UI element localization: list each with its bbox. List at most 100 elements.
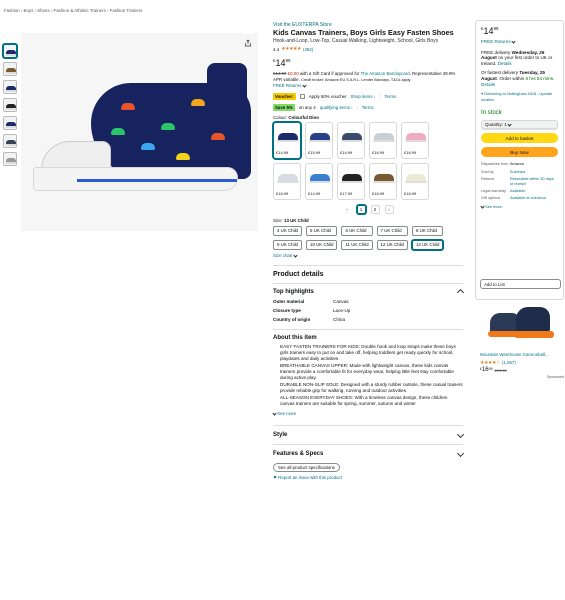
see-all-specs-button[interactable]: See all product specifications — [273, 462, 340, 472]
swatch-price: £16.99 — [372, 190, 385, 196]
size-option[interactable]: 6 UK Child — [341, 225, 373, 236]
barclaycard-link[interactable]: The Amazon Barclaycard — [361, 71, 410, 76]
top-highlights-toggle[interactable]: Top highlights — [273, 288, 465, 296]
size-option[interactable]: 11 UK Child — [341, 239, 373, 250]
fastest-details-link[interactable]: Details — [481, 82, 495, 87]
free-returns-label: FREE Returns — [273, 83, 302, 89]
quantity-select[interactable]: Quantity: 1 — [481, 120, 558, 130]
size-option[interactable]: 4 UK Child — [273, 225, 302, 236]
buybox-see-more-link[interactable]: See more — [480, 204, 558, 210]
delivery-details-link[interactable]: Details — [498, 61, 512, 66]
report-issue-link[interactable]: ⚑ Report an issue with this product — [273, 475, 463, 481]
size-option[interactable]: 12 UK Child — [376, 239, 408, 250]
size-label: Size: — [273, 217, 283, 223]
style-toggle[interactable]: Style — [273, 431, 465, 439]
see-more-link[interactable]: See more — [272, 411, 463, 417]
thumbnail[interactable] — [3, 80, 17, 94]
product-details-heading: Product details — [273, 271, 324, 279]
buybox-price-fraction: 99 — [493, 26, 499, 31]
colour-swatch[interactable]: £16.99 — [273, 162, 301, 200]
pager-prev-button[interactable]: ‹ — [342, 204, 352, 214]
chevron-down-icon — [456, 450, 465, 458]
size-option[interactable]: 9 UK Child — [273, 239, 302, 250]
order-within-label: Order within — [499, 75, 525, 81]
save-row: Save 5% on any 4 qualifying items › | Te… — [273, 103, 374, 111]
colour-swatch[interactable]: £14.99 — [337, 121, 365, 159]
pager-next-button[interactable]: › — [384, 204, 394, 214]
chevron-down-icon — [507, 122, 512, 127]
colour-swatch[interactable]: £14.99 — [305, 162, 333, 200]
thumbnail[interactable] — [3, 116, 17, 130]
gift-card-text: with a Gift Card if approved for — [299, 71, 360, 76]
colour-swatch[interactable]: £16.99 — [369, 121, 397, 159]
price-fraction: 99 — [285, 58, 291, 63]
buybox-info-value[interactable]: Available at checkout — [510, 196, 555, 200]
flag-icon: ⚑ — [273, 474, 277, 480]
colour-swatch[interactable]: £14.99 — [273, 121, 301, 159]
thumbnail[interactable] — [3, 62, 17, 76]
ad-title[interactable]: Mountain Warehouse Cannonball... — [480, 352, 564, 358]
buybox-info-key: Legal warranty — [481, 188, 506, 193]
buybox-info-value[interactable]: Available — [510, 189, 555, 193]
pager-page-1[interactable]: 1 — [356, 204, 366, 214]
price-whole: 14 — [275, 58, 286, 68]
buybox-info-value[interactable]: Euxterpa — [510, 170, 555, 174]
about-bullet: BREATHABLE CANVAS UPPER: Made with light… — [280, 363, 463, 381]
add-to-basket-button[interactable]: Add to basket — [481, 133, 558, 144]
rating-count[interactable]: (392) — [303, 47, 313, 52]
ad-product-image[interactable] — [480, 297, 564, 352]
dino-print — [141, 143, 155, 150]
dino-print — [121, 103, 135, 110]
save-terms-link[interactable]: Terms — [362, 105, 374, 110]
size-chart-link[interactable]: Size chart — [273, 253, 463, 259]
divider — [273, 443, 463, 445]
voucher-terms-link[interactable]: Terms — [384, 94, 396, 99]
top-highlights-heading: Top highlights — [273, 289, 314, 296]
voucher-badge: Voucher: — [273, 92, 296, 100]
thumbnail[interactable] — [3, 98, 17, 112]
voucher-checkbox[interactable] — [299, 93, 305, 99]
colour-swatch[interactable]: £16.99 — [401, 162, 429, 200]
video-thumbnail[interactable] — [3, 152, 17, 166]
ad-rating-count[interactable]: (1,067) — [502, 360, 516, 365]
voucher-shop-link[interactable]: Shop items › — [351, 94, 376, 99]
ad-star-icon: ★★★★☆ — [480, 359, 500, 366]
buybox-price-whole: 14 — [483, 26, 494, 36]
location-link[interactable]: ⌖ Delivering to Nottingham NG8 - Update … — [481, 91, 558, 102]
pager-page-2[interactable]: 2 — [370, 204, 380, 214]
swatch-price: £16.99 — [404, 190, 417, 196]
features-toggle[interactable]: Features & Specs — [273, 450, 465, 458]
rating-row[interactable]: 4.4 ★★★★★ (392) — [273, 46, 463, 52]
ad-price-whole: 16 — [481, 366, 489, 373]
size-option[interactable]: 7 UK Child — [376, 225, 408, 236]
main-product-image[interactable] — [21, 33, 258, 231]
size-option[interactable]: 10 UK Child — [306, 239, 338, 250]
divider — [273, 283, 463, 285]
buybox-info-value[interactable]: Returnable within 30 days of receipt — [510, 177, 555, 186]
free-returns-link[interactable]: FREE Returns — [273, 83, 463, 89]
swatch-price: £16.99 — [404, 149, 417, 155]
colour-swatch[interactable]: £17.99 — [337, 162, 365, 200]
buybox-free-returns[interactable]: FREE Returns — [481, 39, 558, 45]
ad-price: £ 16 99 £19.99 — [480, 367, 564, 373]
size-option[interactable]: 5 UK Child — [306, 225, 338, 236]
save-text: on any 4 — [298, 104, 316, 110]
breadcrumb[interactable]: Fashion › Boys › Shoes › Fashion & Athle… — [4, 8, 142, 13]
colour-swatch[interactable]: £16.99 — [401, 121, 429, 159]
sponsored-ad[interactable]: Mountain Warehouse Cannonball... ★★★★☆ (… — [480, 297, 564, 379]
gift-card-was: £14.99 — [273, 71, 287, 76]
thumbnail[interactable] — [3, 134, 17, 148]
add-to-list-button[interactable]: Add to List — [480, 279, 561, 289]
swatch-sole — [341, 180, 363, 183]
size-option[interactable]: 8 UK Child — [411, 225, 444, 236]
thumbnail[interactable] — [3, 44, 17, 58]
buybox-price: £ 14 99 — [481, 26, 558, 36]
qualifying-items-link[interactable]: qualifying items › — [320, 105, 353, 110]
share-icon[interactable] — [244, 39, 252, 47]
colour-swatch[interactable]: £16.99 — [369, 162, 397, 200]
buybox-info-key: Sold by — [481, 169, 494, 174]
buy-now-button[interactable]: Buy Now — [481, 147, 558, 158]
spec-key: Country of origin — [273, 317, 311, 323]
size-option[interactable]: 13 UK Child — [411, 239, 444, 250]
colour-swatch[interactable]: £15.99 — [305, 121, 333, 159]
